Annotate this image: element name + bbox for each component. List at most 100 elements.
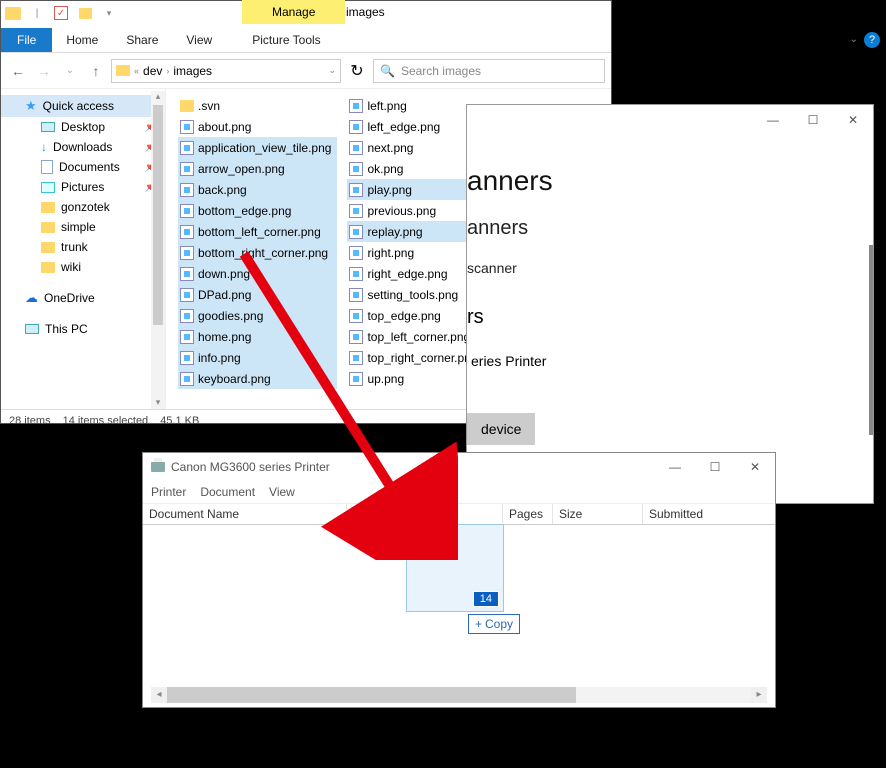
- properties-checkbox-icon[interactable]: ✓: [51, 3, 71, 23]
- file-item[interactable]: down.png: [178, 263, 337, 284]
- tab-picture-tools[interactable]: Picture Tools: [238, 28, 334, 52]
- scrollbar-up-icon[interactable]: ▴: [151, 91, 165, 105]
- menu-view[interactable]: View: [269, 485, 295, 499]
- maximize-button[interactable]: ☐: [695, 453, 735, 481]
- file-item[interactable]: top_right_corner.png: [347, 347, 483, 368]
- breadcrumb-segment[interactable]: dev: [143, 64, 162, 78]
- settings-scrollbar[interactable]: [869, 245, 873, 435]
- sidebar-item-folder[interactable]: wiki: [1, 257, 165, 277]
- printer-list-item[interactable]: eries Printer: [467, 339, 863, 383]
- file-item[interactable]: replay.png: [347, 221, 483, 242]
- file-item[interactable]: home.png: [178, 326, 337, 347]
- file-item[interactable]: goodies.png: [178, 305, 337, 326]
- sidebar-scrollbar[interactable]: ▴ ▾: [151, 91, 165, 409]
- sidebar-item-onedrive[interactable]: ☁OneDrive: [1, 287, 165, 309]
- file-item[interactable]: about.png: [178, 116, 337, 137]
- file-item[interactable]: right_edge.png: [347, 263, 483, 284]
- device-button[interactable]: device: [467, 413, 535, 445]
- file-name: DPad.png: [198, 288, 251, 302]
- tab-file[interactable]: File: [1, 28, 52, 52]
- scrollbar-thumb[interactable]: [153, 105, 163, 325]
- file-item[interactable]: previous.png: [347, 200, 483, 221]
- file-item[interactable]: bottom_left_corner.png: [178, 221, 337, 242]
- file-item[interactable]: bottom_edge.png: [178, 200, 337, 221]
- explorer-titlebar[interactable]: | ✓ ▾ Manage images — ☐ ✕: [1, 1, 611, 25]
- scrollbar-thumb[interactable]: [167, 687, 576, 703]
- scrollbar-left-icon[interactable]: ◂: [151, 687, 167, 703]
- close-button[interactable]: ✕: [846, 0, 886, 24]
- file-item[interactable]: application_view_tile.png: [178, 137, 337, 158]
- maximize-button[interactable]: ☐: [806, 0, 846, 24]
- image-file-icon: [349, 309, 363, 323]
- add-scanner-link[interactable]: scanner: [467, 260, 863, 276]
- sidebar-item-label: Pictures: [61, 180, 104, 194]
- file-item[interactable]: play.png: [347, 179, 483, 200]
- file-item[interactable]: info.png: [178, 347, 337, 368]
- new-folder-icon[interactable]: [75, 3, 95, 23]
- divider-icon: |: [27, 3, 47, 23]
- maximize-button[interactable]: ☐: [793, 105, 833, 135]
- minimize-button[interactable]: —: [753, 105, 793, 135]
- scrollbar-down-icon[interactable]: ▾: [151, 397, 165, 409]
- file-item[interactable]: arrow_open.png: [178, 158, 337, 179]
- column-submitted[interactable]: Submitted: [643, 504, 753, 524]
- tab-view[interactable]: View: [172, 28, 226, 52]
- status-selected-count: 14 items selected: [63, 415, 149, 427]
- column-pages[interactable]: Pages: [503, 504, 553, 524]
- sidebar-item-downloads[interactable]: ↓Downloads📌: [1, 137, 165, 157]
- sidebar-item-folder[interactable]: trunk: [1, 237, 165, 257]
- tab-share[interactable]: Share: [112, 28, 172, 52]
- breadcrumb-overflow-icon[interactable]: «: [134, 66, 139, 76]
- manage-tab[interactable]: Manage: [242, 0, 345, 24]
- refresh-button[interactable]: ↻: [345, 59, 369, 83]
- file-item[interactable]: next.png: [347, 137, 483, 158]
- up-button[interactable]: ↑: [85, 60, 107, 82]
- file-item[interactable]: back.png: [178, 179, 337, 200]
- file-item[interactable]: keyboard.png: [178, 368, 337, 389]
- sidebar-item-label: This PC: [45, 322, 88, 336]
- column-owner[interactable]: Owner: [409, 504, 503, 524]
- file-item[interactable]: right.png: [347, 242, 483, 263]
- queue-horizontal-scrollbar[interactable]: ◂ ▸: [151, 687, 767, 703]
- qat-dropdown-icon[interactable]: ▾: [99, 3, 119, 23]
- column-document-name[interactable]: Document Name: [143, 504, 347, 524]
- address-dropdown-icon[interactable]: ⌄: [328, 65, 336, 76]
- image-file-icon: [180, 267, 194, 281]
- file-item[interactable]: top_edge.png: [347, 305, 483, 326]
- file-item[interactable]: up.png: [347, 368, 483, 389]
- file-item[interactable]: left_edge.png: [347, 116, 483, 137]
- search-input[interactable]: 🔍 Search images: [373, 59, 605, 83]
- file-item[interactable]: bottom_right_corner.png: [178, 242, 337, 263]
- sidebar-item-this-pc[interactable]: This PC: [1, 319, 165, 339]
- tab-home[interactable]: Home: [52, 28, 112, 52]
- history-dropdown-icon[interactable]: ⌄: [59, 60, 81, 82]
- file-item[interactable]: left.png: [347, 95, 483, 116]
- close-button[interactable]: ✕: [833, 105, 873, 135]
- file-item[interactable]: ok.png: [347, 158, 483, 179]
- minimize-button[interactable]: —: [655, 453, 695, 481]
- column-size[interactable]: Size: [553, 504, 643, 524]
- scrollbar-right-icon[interactable]: ▸: [751, 687, 767, 703]
- sidebar-item-folder[interactable]: simple: [1, 217, 165, 237]
- minimize-button[interactable]: —: [766, 0, 806, 24]
- sidebar-item-documents[interactable]: Documents📌: [1, 157, 165, 177]
- address-bar[interactable]: « dev › images ⌄: [111, 59, 341, 83]
- close-button[interactable]: ✕: [735, 453, 775, 481]
- column-status[interactable]: St: [347, 504, 409, 524]
- file-item[interactable]: top_left_corner.png: [347, 326, 483, 347]
- file-item[interactable]: .svn: [178, 95, 337, 116]
- queue-titlebar[interactable]: Canon MG3600 series Printer — ☐ ✕: [143, 453, 775, 481]
- sidebar-item-folder[interactable]: gonzotek: [1, 197, 165, 217]
- sidebar-item-pictures[interactable]: Pictures📌: [1, 177, 165, 197]
- menu-printer[interactable]: Printer: [151, 485, 186, 499]
- file-item[interactable]: DPad.png: [178, 284, 337, 305]
- menu-document[interactable]: Document: [200, 485, 255, 499]
- breadcrumb-segment[interactable]: images: [173, 64, 212, 78]
- sidebar-item-desktop[interactable]: Desktop📌: [1, 117, 165, 137]
- file-item[interactable]: setting_tools.png: [347, 284, 483, 305]
- sidebar-item-quick-access[interactable]: ★ Quick access: [1, 95, 165, 117]
- back-button[interactable]: ←: [7, 60, 29, 82]
- ribbon-collapse-icon[interactable]: ⌄: [850, 34, 858, 45]
- help-icon[interactable]: ?: [864, 32, 880, 48]
- forward-button[interactable]: →: [33, 60, 55, 82]
